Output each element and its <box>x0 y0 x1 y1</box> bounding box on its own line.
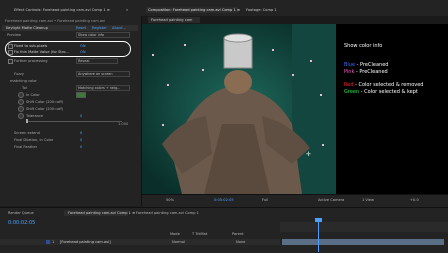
layer-duration-bar[interactable] <box>282 239 444 245</box>
trkmat-column-header: T TrkMat <box>192 232 208 236</box>
overlay-item-red-key: Red <box>344 82 354 88</box>
shift-color-2-stopwatch-icon[interactable] <box>18 106 24 112</box>
screen-extend-label: Screen extend <box>14 131 40 135</box>
pink-dot <box>292 74 294 76</box>
highlight-annotation <box>5 41 131 57</box>
exposure-value[interactable]: +0.0 <box>410 198 419 202</box>
about-link[interactable]: About... <box>112 26 126 30</box>
overlay-item-green-key: Green <box>344 89 360 95</box>
effect-name[interactable]: Keylight Matte Cleanup <box>6 26 48 30</box>
final-dilation-value[interactable]: 0 <box>80 138 82 142</box>
fuzzy-label: Fuzzy <box>14 72 25 76</box>
camera-dropdown[interactable]: Active Camera <box>318 198 344 202</box>
further-processing-checkbox[interactable] <box>8 59 13 64</box>
overlay-item-blue-key: Blue <box>344 62 356 68</box>
pink-dot <box>167 84 169 86</box>
resolution-dropdown[interactable]: Full <box>262 198 268 202</box>
overlay-item-green-text: - Color selected & kept <box>359 89 418 95</box>
pink-dot <box>202 69 204 71</box>
mode-column-header: Mode <box>170 232 180 236</box>
overlay-item-pink-key: Pink <box>344 69 355 75</box>
reset-link[interactable]: Reset <box>76 26 86 30</box>
overlay-item-blue-text: - PreCleaned <box>355 62 389 68</box>
tolerance-slider-handle[interactable] <box>26 119 28 123</box>
tolerance-label: Tolerance <box>26 114 44 118</box>
pink-dot <box>162 124 164 126</box>
timeline-ruler[interactable] <box>280 222 448 232</box>
pink-dot <box>310 60 312 62</box>
views-dropdown[interactable]: 1 View <box>362 198 374 202</box>
shift-color-1-label: Shift Color (200=off) <box>26 100 64 104</box>
final-dilation-label: Final Dilation, in Color <box>14 138 54 142</box>
tol-dropdown[interactable]: Matching colors + neig... <box>76 85 130 91</box>
layer-mode-dropdown[interactable]: Normal <box>172 240 185 244</box>
viewer-footer <box>142 194 448 207</box>
pink-dot <box>272 49 274 51</box>
crosshair-icon: ✛ <box>306 151 312 158</box>
viewer-subtab-label[interactable]: Forehead painting cam <box>151 18 192 22</box>
overlay-item-green: Green - Color selected & kept <box>344 89 418 95</box>
layer-parent-dropdown[interactable]: None <box>236 240 245 244</box>
pink-dot <box>184 44 186 46</box>
tolerance-value[interactable]: 0 <box>80 114 82 118</box>
fuzzy-dropdown[interactable]: Anywhere on screen <box>76 71 130 77</box>
screen-extend-value[interactable]: 0 <box>80 131 82 135</box>
overlay-item-red: Red - Color selected & removed <box>344 82 423 88</box>
overlay-item-pink-text: - PreCleaned <box>354 69 388 75</box>
panel-menu-icon[interactable]: » <box>126 8 128 12</box>
footage-figure <box>142 24 336 194</box>
overlay-item-blue: Blue - PreCleaned <box>344 62 388 68</box>
tol-label: Tol <box>22 86 27 90</box>
footage-tab[interactable]: Footage: Comp 1 <box>246 8 277 12</box>
pink-dot <box>152 54 154 56</box>
layer-label-color[interactable] <box>46 240 50 244</box>
tolerance-slider-track[interactable] <box>26 121 122 122</box>
shift-color-2-label: Shift Color (200=off) <box>26 107 64 111</box>
time-display[interactable]: 0:00:02:05 <box>214 198 234 202</box>
layer-name[interactable]: [Forehead painting cam.avi] <box>60 240 111 244</box>
timeline-comp-tab-2[interactable]: Forehead painting cam.avi Comp 1 <box>136 211 199 215</box>
preview-dropdown[interactable]: Show color info <box>76 32 130 38</box>
timeline-comp-tab[interactable]: Forehead painting cam.avi Comp 1 ≡ <box>68 211 135 215</box>
pink-dot <box>322 144 324 146</box>
timeline-timecode[interactable]: 0:00:02:05 <box>8 220 35 226</box>
playhead-handle[interactable] <box>315 218 322 222</box>
parent-column-header: Parent <box>232 232 244 236</box>
shift-color-1-stopwatch-icon[interactable] <box>18 99 24 105</box>
further-processing-dropdown[interactable]: Reveal <box>76 58 118 64</box>
composition-tab[interactable]: Composition: Forehead painting cam.avi C… <box>148 8 240 12</box>
playhead[interactable] <box>318 218 319 252</box>
in-color-swatch[interactable] <box>76 92 86 98</box>
effect-header: Forehead painting cam.avi • Forehead pai… <box>5 19 106 23</box>
final-feather-label: Final Feather <box>14 145 38 149</box>
layer-number: 1 <box>52 240 55 244</box>
render-queue-tab[interactable]: Render Queue <box>8 211 34 215</box>
further-processing-label: Further processing <box>14 59 48 63</box>
register-link[interactable]: Register <box>92 26 107 30</box>
effect-controls-tab[interactable]: Effect Controls: Forehead painting cam.a… <box>14 8 110 12</box>
overlay-title: Show color info <box>344 43 383 49</box>
composition-canvas[interactable]: ✛ <box>142 24 336 194</box>
pink-dot <box>320 94 322 96</box>
matching-color-label: matching color <box>10 79 37 83</box>
preview-label: Preview <box>7 33 21 37</box>
overlay-item-red-text: - Color selected & removed <box>353 82 424 88</box>
tolerance-max-label: 1.000 <box>118 122 129 126</box>
zoom-dropdown[interactable]: 50% <box>166 198 174 202</box>
in-color-label: In Color <box>26 93 40 97</box>
overlay-item-pink: Pink - PreCleaned <box>344 69 388 75</box>
in-color-stopwatch-icon[interactable] <box>18 92 24 98</box>
color-info-overlay <box>336 24 448 194</box>
tolerance-stopwatch-icon[interactable] <box>18 113 24 119</box>
final-feather-value[interactable]: 0 <box>80 145 82 149</box>
